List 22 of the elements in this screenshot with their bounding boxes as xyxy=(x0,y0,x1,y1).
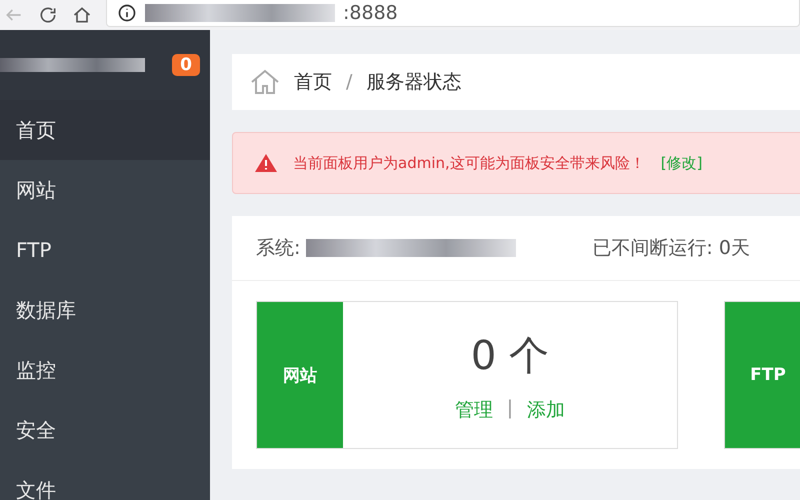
breadcrumb-separator: / xyxy=(346,71,352,93)
reload-icon[interactable] xyxy=(38,5,58,25)
system-label: 系统: xyxy=(256,236,300,261)
sidebar-item[interactable]: FTP xyxy=(0,220,210,280)
sidebar-item[interactable]: 网站 xyxy=(0,160,210,220)
stat-label: FTP xyxy=(725,302,800,448)
breadcrumb-link[interactable]: 首页 xyxy=(294,69,332,95)
alert-message: 当前面板用户为admin,这可能为面板安全带来风险！ xyxy=(293,154,645,172)
sidebar-item[interactable]: 首页 xyxy=(0,100,210,160)
sidebar-item[interactable]: 安全 xyxy=(0,400,210,460)
home-icon[interactable] xyxy=(72,5,92,25)
breadcrumb-current: 服务器状态 xyxy=(366,70,462,95)
sidebar-item[interactable]: 文件 xyxy=(0,460,210,500)
stat-count: 0 个 xyxy=(470,332,550,380)
stat-label: 网站 xyxy=(257,302,343,448)
sidebar-item[interactable]: 监控 xyxy=(0,340,210,400)
info-icon[interactable] xyxy=(117,2,137,22)
uptime-text: 已不间断运行: 0天 xyxy=(592,236,750,261)
warning-icon xyxy=(255,154,277,172)
address-bar[interactable]: :8888 xyxy=(106,0,800,26)
action-separator: | xyxy=(506,396,514,420)
sidebar-item[interactable]: 数据库 xyxy=(0,280,210,340)
